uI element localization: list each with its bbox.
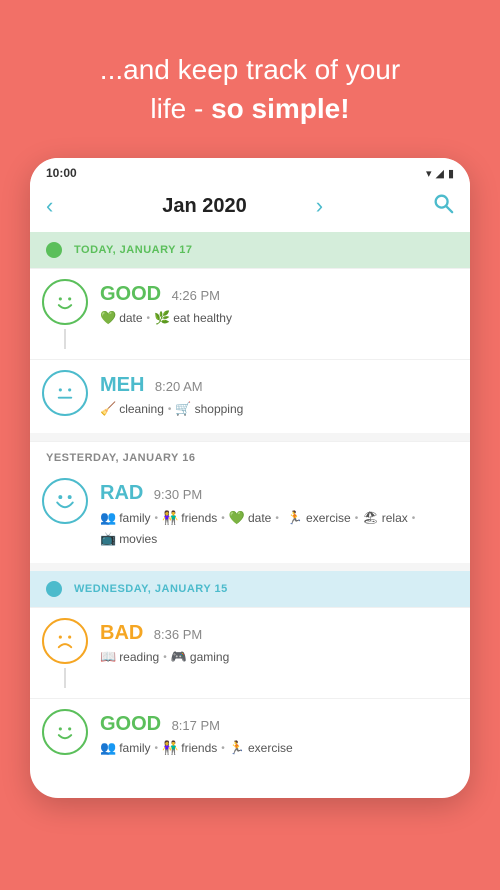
mood-label-good: GOOD bbox=[100, 283, 161, 305]
day-section-yesterday: YESTERDAY, JANUARY 16 RAD bbox=[30, 441, 470, 557]
tag-eat-healthy-label: eat healthy bbox=[173, 311, 232, 325]
connector-line-2 bbox=[64, 668, 66, 688]
cleaning-icon: 🧹 bbox=[100, 401, 116, 417]
header-line2: life - so simple! bbox=[30, 89, 470, 128]
tag-movies-rad: 📺 movies bbox=[100, 531, 157, 547]
tag-relax-rad: 🏖 relax bbox=[362, 510, 408, 526]
entry-content-bad: BAD 8:36 PM 📖 reading • 🎮 gaming bbox=[100, 618, 454, 665]
date-icon: 💚 bbox=[100, 310, 116, 326]
entry-time-good: 4:26 PM bbox=[172, 288, 220, 303]
entry-rad-yesterday[interactable]: RAD 9:30 PM 👥 family • 👫 friends bbox=[30, 468, 470, 557]
day-header-wednesday: WEDNESDAY, JANUARY 15 bbox=[30, 571, 470, 607]
entry-time-good-wed: 8:17 PM bbox=[172, 718, 220, 733]
mood-label-good-wed: GOOD bbox=[100, 713, 161, 735]
shopping-icon: 🛒 bbox=[175, 401, 191, 417]
eat-healthy-icon: 🌿 bbox=[154, 310, 170, 326]
tag-eat-healthy: 🌿 eat healthy bbox=[154, 310, 232, 326]
tag-cleaning: 🧹 cleaning bbox=[100, 401, 164, 417]
mood-label-meh: MEH bbox=[100, 374, 144, 396]
tag-reading-label: reading bbox=[119, 650, 159, 664]
entry-content-good-wed: GOOD 8:17 PM 👥 family • 👫 friends bbox=[100, 709, 454, 756]
entry-tags-rad: 👥 family • 👫 friends • 💚 date bbox=[100, 509, 454, 547]
day-header-today: TODAY, JANUARY 17 bbox=[30, 232, 470, 268]
signal-icon: ◢ bbox=[435, 167, 443, 180]
day-header-yesterday: YESTERDAY, JANUARY 16 bbox=[30, 441, 470, 468]
phone-mockup: 10:00 ▾ ◢ ▮ ‹ Jan 2020 › TODAY, JANUARY … bbox=[30, 158, 470, 798]
entry-content-good: GOOD 4:26 PM 💚 date • 🌿 eat healthy bbox=[100, 279, 454, 326]
tag-date-label: date bbox=[119, 311, 142, 325]
next-month-button[interactable]: › bbox=[316, 193, 323, 219]
today-dot bbox=[46, 242, 62, 258]
status-bar: 10:00 ▾ ◢ ▮ bbox=[30, 158, 470, 184]
nav-bar: ‹ Jan 2020 › bbox=[30, 184, 470, 232]
tag-family: 👥 family bbox=[100, 510, 151, 526]
mood-icon-good bbox=[42, 279, 88, 325]
entry-good-wednesday[interactable]: GOOD 8:17 PM 👥 family • 👫 friends bbox=[30, 698, 470, 766]
entry-tags-bad: 📖 reading • 🎮 gaming bbox=[100, 649, 454, 665]
mood-icon-meh bbox=[42, 370, 88, 416]
mood-icon-rad bbox=[42, 478, 88, 524]
tag-date: 💚 date bbox=[100, 310, 143, 326]
entry-good-today[interactable]: GOOD 4:26 PM 💚 date • 🌿 eat healthy bbox=[30, 268, 470, 359]
mood-icon-bad bbox=[42, 618, 88, 664]
search-button[interactable] bbox=[432, 192, 454, 220]
connector-line bbox=[64, 329, 66, 349]
day-section-today: TODAY, JANUARY 17 GOOD bbox=[30, 232, 470, 427]
tag-shopping: 🛒 shopping bbox=[175, 401, 243, 417]
entry-tags-good-wed: 👥 family • 👫 friends • 🏃 exercise bbox=[100, 740, 454, 756]
section-gap-1 bbox=[30, 433, 470, 441]
prev-month-button[interactable]: ‹ bbox=[46, 193, 53, 219]
entry-time-rad: 9:30 PM bbox=[154, 487, 202, 502]
section-gap-2 bbox=[30, 563, 470, 571]
entry-meh-today[interactable]: MEH 8:20 AM 🧹 cleaning • 🛒 shopping bbox=[30, 359, 470, 427]
mood-label-bad: BAD bbox=[100, 622, 143, 644]
entry-bad-wednesday[interactable]: BAD 8:36 PM 📖 reading • 🎮 gaming bbox=[30, 607, 470, 698]
tag-cleaning-label: cleaning bbox=[119, 402, 164, 416]
entry-tags-good: 💚 date • 🌿 eat healthy bbox=[100, 310, 454, 326]
wednesday-label: WEDNESDAY, JANUARY 15 bbox=[74, 583, 228, 595]
tag-family-wed: 👥 family bbox=[100, 740, 151, 756]
tag-gaming-label: gaming bbox=[190, 650, 229, 664]
entry-content-rad: RAD 9:30 PM 👥 family • 👫 friends bbox=[100, 478, 454, 547]
entry-time-meh: 8:20 AM bbox=[155, 379, 203, 394]
month-year-title: Jan 2020 bbox=[162, 195, 247, 218]
header-line2-bold: so simple! bbox=[211, 93, 349, 124]
status-time: 10:00 bbox=[46, 166, 77, 180]
tag-friends-wed: 👫 friends bbox=[162, 740, 217, 756]
entry-tags-meh: 🧹 cleaning • 🛒 shopping bbox=[100, 401, 454, 417]
tag-shopping-label: shopping bbox=[195, 402, 244, 416]
header-line1: ...and keep track of your bbox=[30, 50, 470, 89]
gaming-icon: 🎮 bbox=[171, 649, 187, 665]
entry-content-meh: MEH 8:20 AM 🧹 cleaning • 🛒 shopping bbox=[100, 370, 454, 417]
today-label: TODAY, JANUARY 17 bbox=[74, 244, 193, 256]
header-line2-normal: life - bbox=[150, 93, 211, 124]
scroll-content[interactable]: TODAY, JANUARY 17 GOOD bbox=[30, 232, 470, 792]
mood-icon-good-wed bbox=[42, 709, 88, 755]
wifi-icon: ▾ bbox=[426, 167, 432, 180]
day-section-wednesday: WEDNESDAY, JANUARY 15 BA bbox=[30, 571, 470, 766]
tag-exercise-wed: 🏃 exercise bbox=[229, 740, 293, 756]
mood-label-rad: RAD bbox=[100, 482, 143, 504]
status-icons: ▾ ◢ ▮ bbox=[426, 167, 454, 180]
tag-friends: 👫 friends bbox=[162, 510, 217, 526]
tag-gaming: 🎮 gaming bbox=[171, 649, 230, 665]
tag-date-rad: 💚 date bbox=[229, 510, 272, 526]
tag-reading: 📖 reading bbox=[100, 649, 159, 665]
battery-icon: ▮ bbox=[448, 167, 454, 180]
yesterday-label: YESTERDAY, JANUARY 16 bbox=[46, 452, 195, 464]
tag-exercise-rad: 🏃 exercise bbox=[287, 510, 351, 526]
wednesday-dot bbox=[46, 581, 62, 597]
header-section: ...and keep track of your life - so simp… bbox=[0, 0, 500, 158]
reading-icon: 📖 bbox=[100, 649, 116, 665]
entry-time-bad: 8:36 PM bbox=[154, 627, 202, 642]
